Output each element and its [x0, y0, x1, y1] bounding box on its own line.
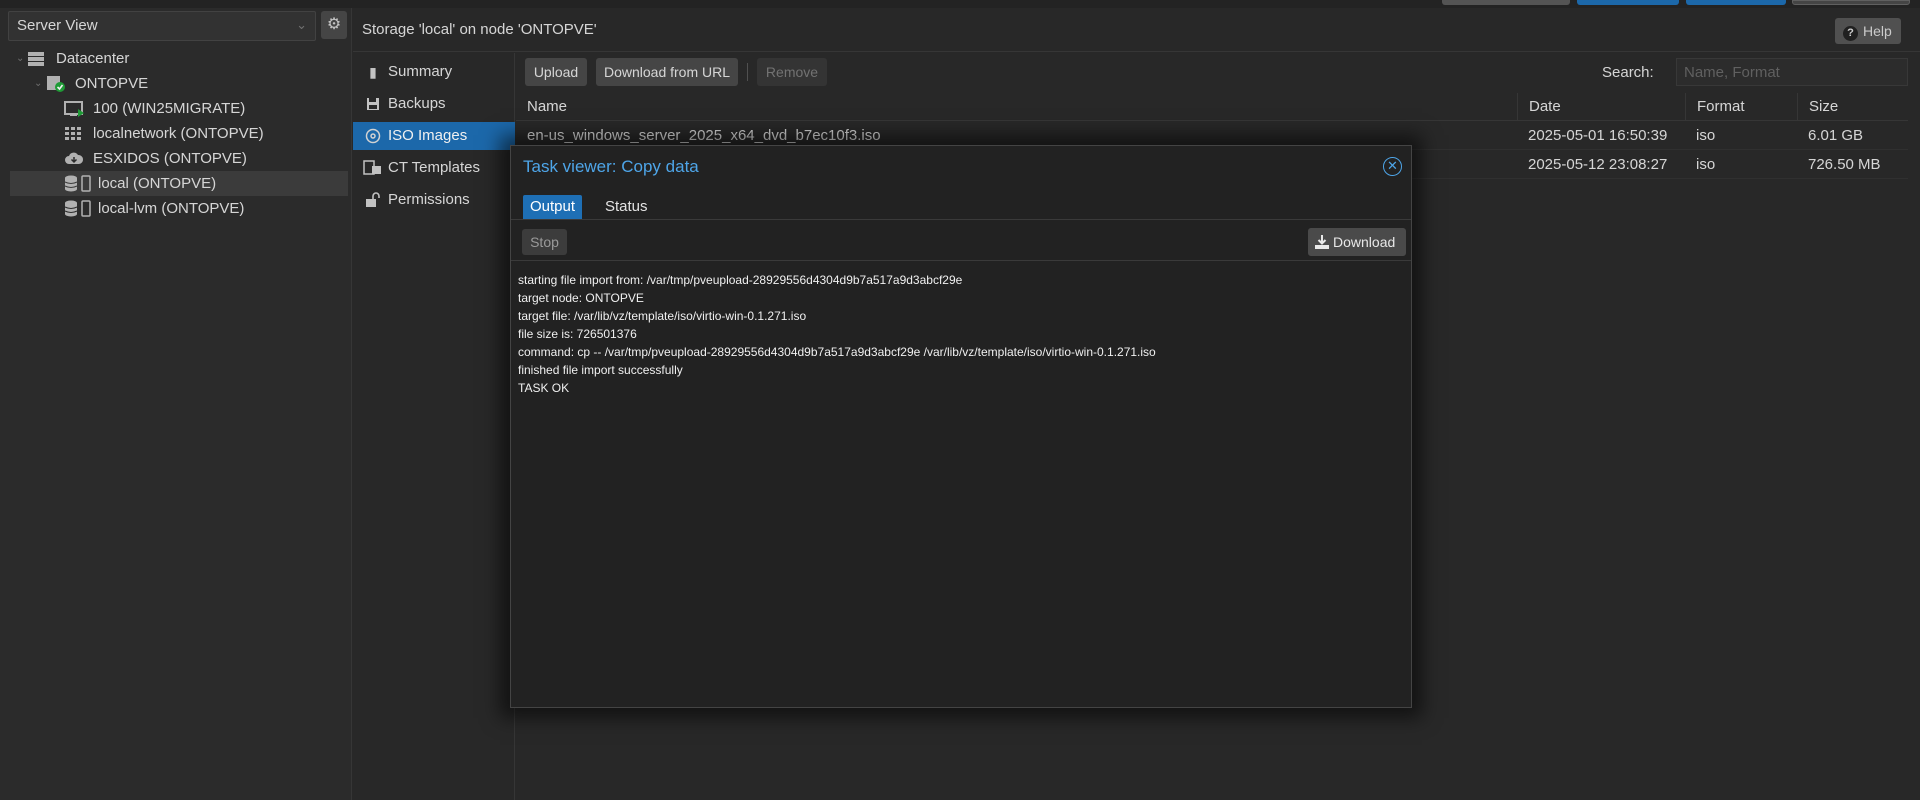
log-line: file size is: 726501376 [518, 327, 637, 341]
dialog-tabs: Output Status [511, 188, 1411, 220]
stop-button[interactable]: Stop [522, 229, 567, 255]
log-line: finished file import successfully [518, 363, 683, 377]
task-viewer-dialog: Task viewer: Copy data ✕ Output Status S… [510, 145, 1412, 708]
dialog-toolbar: Stop Download [511, 221, 1411, 261]
download-label: Download [1333, 234, 1396, 250]
tab-status[interactable]: Status [598, 195, 655, 219]
log-line: starting file import from: /var/tmp/pveu… [518, 273, 963, 287]
dialog-title: Task viewer: Copy data [523, 157, 699, 176]
log-line: target node: ONTOPVE [518, 291, 644, 305]
download-button[interactable]: Download [1308, 228, 1406, 256]
download-icon [1314, 228, 1330, 259]
log-line: target file: /var/lib/vz/template/iso/vi… [518, 309, 807, 323]
task-log-output: starting file import from: /var/tmp/pveu… [518, 271, 1398, 397]
log-line: TASK OK [518, 381, 570, 395]
tab-output[interactable]: Output [523, 195, 583, 219]
log-line: command: cp -- /var/tmp/pveupload-289295… [518, 345, 1156, 359]
close-icon[interactable]: ✕ [1383, 157, 1402, 176]
